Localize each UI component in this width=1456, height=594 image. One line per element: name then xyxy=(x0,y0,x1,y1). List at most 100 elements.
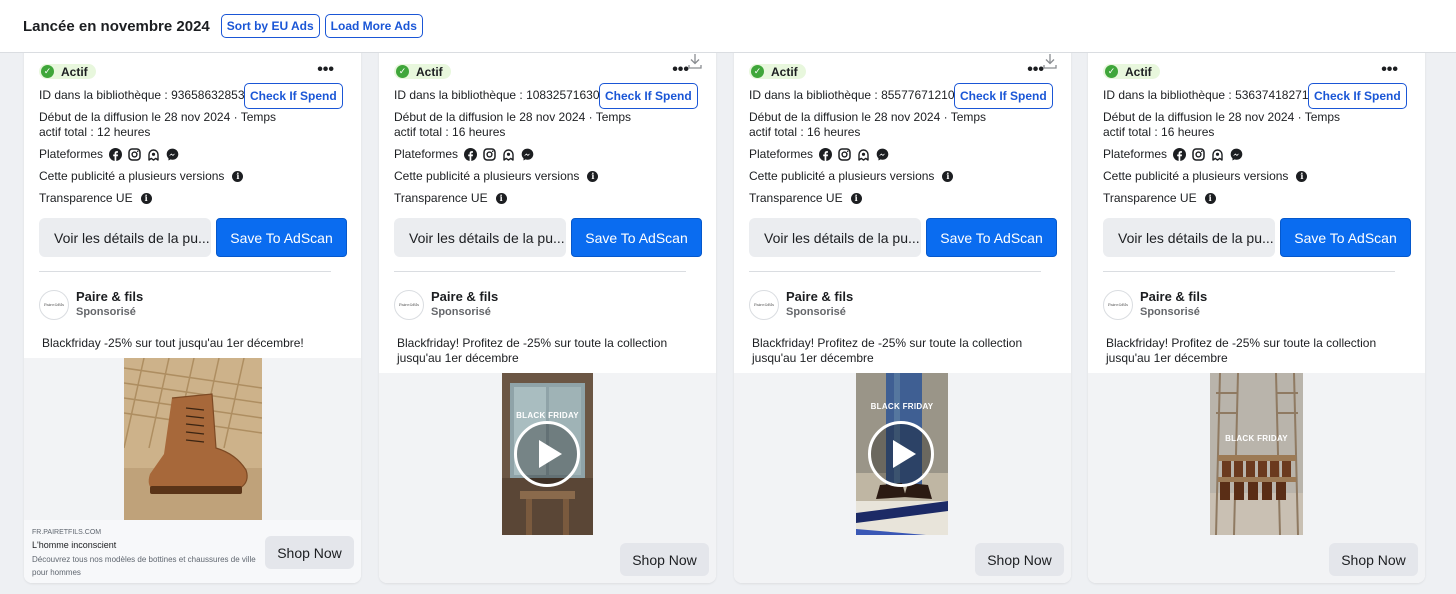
transparency-label: Transparence UE xyxy=(749,191,843,205)
advertiser-header: Paire&fils Paire & fils Sponsorisé xyxy=(394,289,498,320)
link-domain: FR.PAIRETFILS.COM xyxy=(32,529,102,536)
save-to-adscan-button[interactable]: Save To AdScan xyxy=(926,218,1057,257)
info-icon[interactable]: i xyxy=(140,192,152,204)
info-icon[interactable]: i xyxy=(942,170,954,182)
library-id: ID dans la bibliothèque : 10832571630861… xyxy=(394,88,609,102)
sponsored-label: Sponsorisé xyxy=(76,306,136,318)
download-icon[interactable] xyxy=(1041,52,1059,70)
messenger-icon xyxy=(1230,148,1243,161)
ad-card: ✓ Actif ••• ID dans la bibliothèque : 10… xyxy=(379,40,716,583)
platforms-label: Plateformes xyxy=(749,147,814,161)
divider xyxy=(394,271,686,272)
versions-row: Cette publicité a plusieurs versions i xyxy=(1103,169,1308,183)
versions-row: Cette publicité a plusieurs versions i xyxy=(749,169,954,183)
advertiser-name[interactable]: Paire & fils xyxy=(1140,289,1207,304)
status-badge: ✓ Actif xyxy=(749,64,806,79)
library-id: ID dans la bibliothèque : 93658632853469… xyxy=(39,88,254,102)
audience-network-icon xyxy=(147,148,160,161)
avatar[interactable]: Paire&fils xyxy=(394,289,424,320)
check-circle-icon: ✓ xyxy=(1105,65,1118,78)
info-icon[interactable]: i xyxy=(850,192,862,204)
facebook-icon xyxy=(109,147,123,161)
ad-video[interactable]: BLACK FRIDAY xyxy=(502,373,593,535)
versions-label: Cette publicité a plusieurs versions xyxy=(39,169,225,183)
avatar[interactable]: Paire&fils xyxy=(749,289,779,320)
load-more-ads-button[interactable]: Load More Ads xyxy=(324,14,423,38)
check-spend-button[interactable]: Check If Spend xyxy=(954,83,1053,109)
advertiser-header: Paire&fils Paire & fils Sponsorisé xyxy=(39,289,143,320)
instagram-icon xyxy=(128,147,141,161)
more-icon[interactable]: ••• xyxy=(317,62,334,78)
shop-now-button[interactable]: Shop Now xyxy=(265,536,354,569)
transparency-row: Transparence UE i xyxy=(394,191,507,205)
versions-row: Cette publicité a plusieurs versions i xyxy=(39,169,244,183)
advertiser-name[interactable]: Paire & fils xyxy=(786,289,853,304)
platforms-label: Plateformes xyxy=(394,147,459,161)
check-spend-button[interactable]: Check If Spend xyxy=(599,83,698,109)
shop-now-button[interactable]: Shop Now xyxy=(620,543,709,576)
run-dates: Début de la diffusion le 28 nov 2024 · T… xyxy=(394,110,632,139)
check-circle-icon: ✓ xyxy=(396,65,409,78)
advertiser-header: Paire&fils Paire & fils Sponsorisé xyxy=(749,289,853,320)
platforms-row: Plateformes xyxy=(749,147,889,161)
platforms-row: Plateformes xyxy=(394,147,534,161)
avatar[interactable]: Paire&fils xyxy=(39,289,69,320)
info-icon[interactable]: i xyxy=(587,170,599,182)
transparency-label: Transparence UE xyxy=(1103,191,1197,205)
divider xyxy=(39,271,331,272)
ad-video[interactable]: BLACK FRIDAY xyxy=(856,373,948,535)
see-details-button[interactable]: Voir les détails de la pu... xyxy=(749,218,921,257)
ad-copy: Blackfriday! Profitez de -25% sur toute … xyxy=(397,336,668,365)
more-icon[interactable]: ••• xyxy=(1381,62,1398,78)
divider xyxy=(1103,271,1395,272)
check-spend-button[interactable]: Check If Spend xyxy=(244,83,343,109)
messenger-icon xyxy=(521,148,534,161)
ad-image[interactable]: BLACK FRIDAY xyxy=(1210,373,1303,535)
status-badge: ✓ Actif xyxy=(394,64,451,79)
play-icon[interactable] xyxy=(514,421,580,487)
see-details-button[interactable]: Voir les détails de la pu... xyxy=(394,218,566,257)
instagram-icon xyxy=(483,147,496,161)
ad-card: ✓ Actif ••• ID dans la bibliothèque : 93… xyxy=(24,40,361,583)
platforms-row: Plateformes xyxy=(1103,147,1243,161)
link-description: Découvrez tous nos modèles de bottines e… xyxy=(32,555,256,577)
see-details-button[interactable]: Voir les détails de la pu... xyxy=(1103,218,1275,257)
advertiser-header: Paire&fils Paire & fils Sponsorisé xyxy=(1103,289,1207,320)
facebook-icon xyxy=(1173,147,1187,161)
advertiser-name[interactable]: Paire & fils xyxy=(76,289,143,304)
messenger-icon xyxy=(876,148,889,161)
link-title[interactable]: L'homme inconscient xyxy=(32,540,116,550)
sponsored-label: Sponsorisé xyxy=(431,306,491,318)
info-icon[interactable]: i xyxy=(1204,192,1216,204)
check-circle-icon: ✓ xyxy=(751,65,764,78)
info-icon[interactable]: i xyxy=(1296,170,1308,182)
sponsored-label: Sponsorisé xyxy=(786,306,846,318)
info-icon[interactable]: i xyxy=(232,170,244,182)
download-icon[interactable] xyxy=(686,52,704,70)
info-icon[interactable]: i xyxy=(495,192,507,204)
audience-network-icon xyxy=(502,148,515,161)
black-friday-overlay: BLACK FRIDAY xyxy=(516,411,579,420)
save-to-adscan-button[interactable]: Save To AdScan xyxy=(571,218,702,257)
sort-eu-ads-button[interactable]: Sort by EU Ads xyxy=(220,14,320,38)
divider xyxy=(749,271,1041,272)
status-badge: ✓ Actif xyxy=(39,64,96,79)
check-spend-button[interactable]: Check If Spend xyxy=(1308,83,1407,109)
shop-now-button[interactable]: Shop Now xyxy=(1329,543,1418,576)
instagram-icon xyxy=(838,147,851,161)
advertiser-name[interactable]: Paire & fils xyxy=(431,289,498,304)
instagram-icon xyxy=(1192,147,1205,161)
shop-now-button[interactable]: Shop Now xyxy=(975,543,1064,576)
ad-copy: Blackfriday! Profitez de -25% sur toute … xyxy=(1106,336,1377,365)
avatar[interactable]: Paire&fils xyxy=(1103,289,1133,320)
play-icon[interactable] xyxy=(868,421,934,487)
ad-image[interactable] xyxy=(124,358,262,520)
platforms-label: Plateformes xyxy=(39,147,104,161)
see-details-button[interactable]: Voir les détails de la pu... xyxy=(39,218,211,257)
status-badge: ✓ Actif xyxy=(1103,64,1160,79)
messenger-icon xyxy=(166,148,179,161)
save-to-adscan-button[interactable]: Save To AdScan xyxy=(1280,218,1411,257)
facebook-icon xyxy=(464,147,478,161)
status-label: Actif xyxy=(416,64,443,79)
save-to-adscan-button[interactable]: Save To AdScan xyxy=(216,218,347,257)
